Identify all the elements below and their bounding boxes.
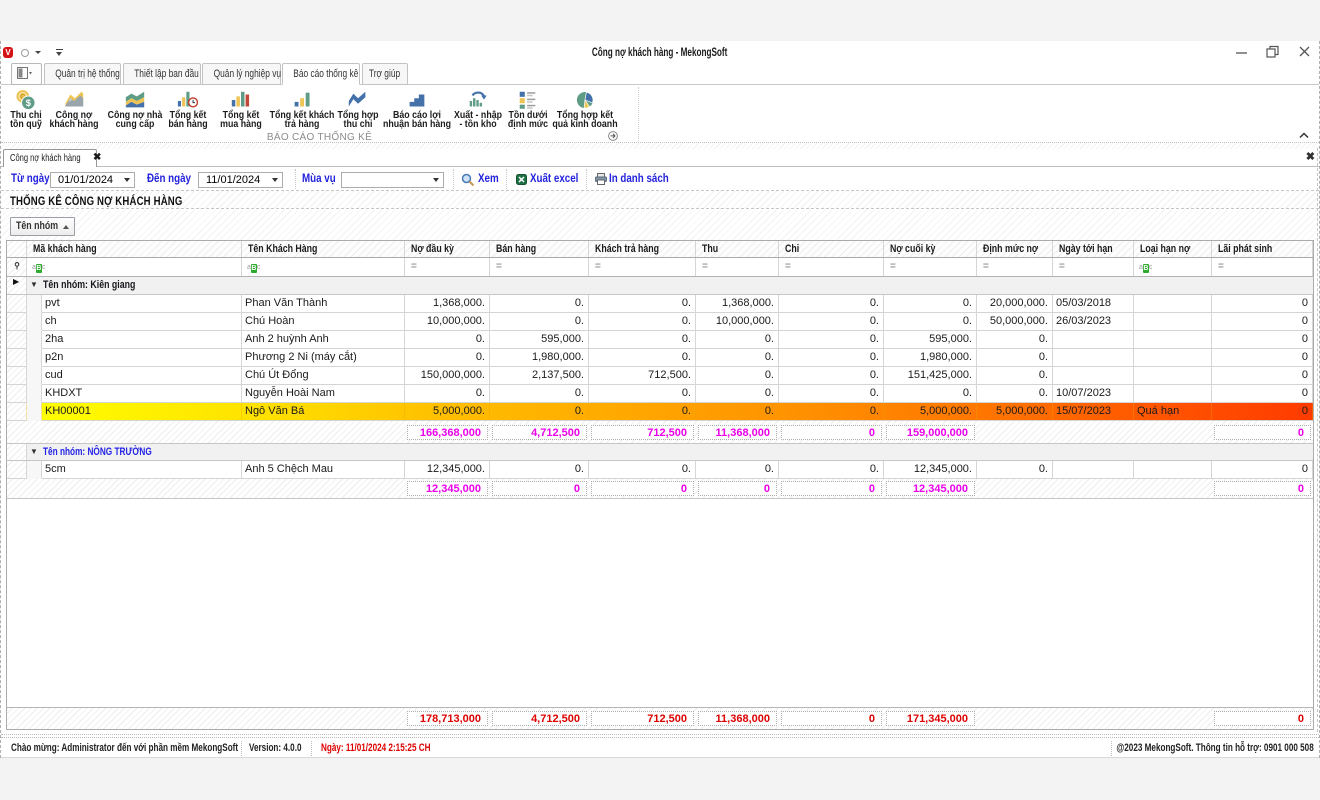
svg-text:$: $ — [26, 98, 31, 108]
